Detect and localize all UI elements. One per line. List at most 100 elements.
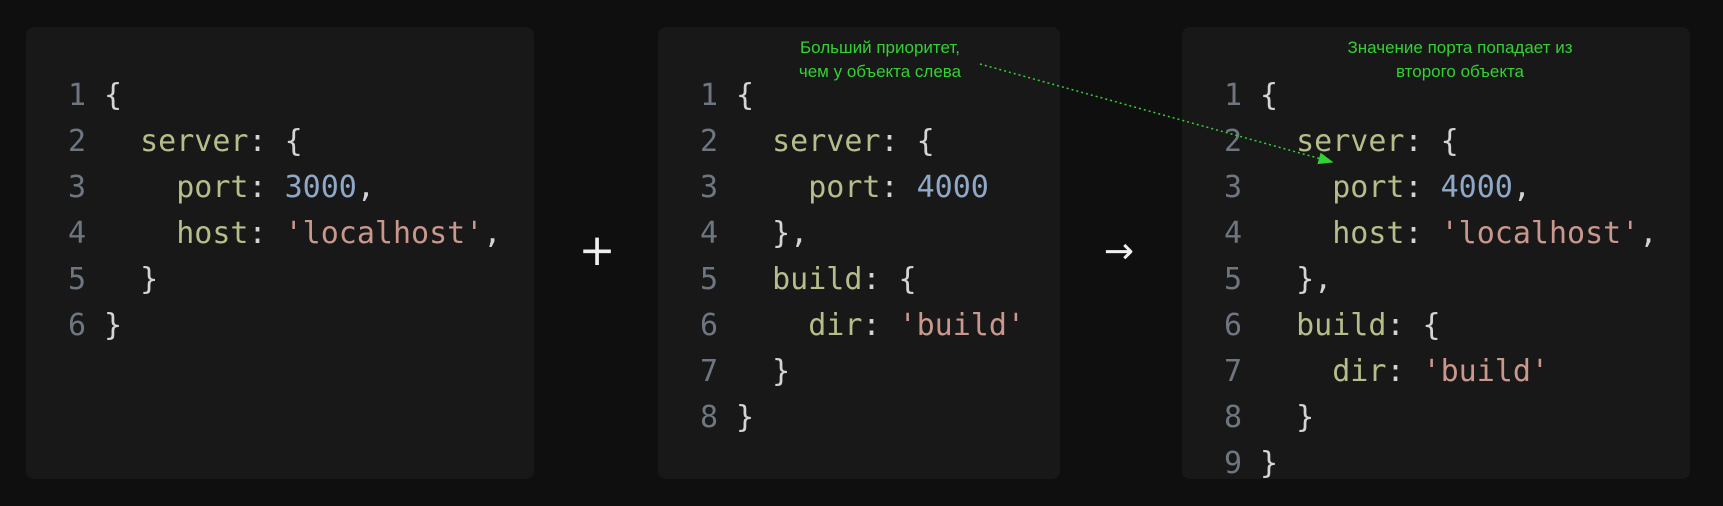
line-number: 5 (1224, 262, 1243, 297)
number-value: 4000 (1440, 170, 1513, 205)
line-number: 6 (68, 308, 87, 343)
annotation-priority: Больший приоритет, чем у объекта слева (760, 36, 1000, 84)
property-key: dir (1260, 354, 1387, 389)
code-line: 1{ (68, 73, 501, 119)
line-number: 4 (68, 216, 87, 251)
code-line: 3 port: 4000 (700, 165, 1025, 211)
punctuation: : (248, 170, 285, 205)
property-key: server (104, 124, 249, 159)
code-line: 7 dir: 'build' (1224, 349, 1657, 395)
annotation-line: Больший приоритет, (799, 38, 961, 57)
line-number: 2 (68, 124, 87, 159)
code-line: 2 server: { (700, 119, 1025, 165)
code-panel-first-object: 1{2 server: {3 port: 3000, 4 host: 'local… (26, 27, 534, 479)
line-number: 8 (700, 400, 719, 435)
line-number: 5 (700, 262, 719, 297)
annotation-line: чем у объекта слева (798, 62, 962, 81)
line-number: 1 (700, 78, 719, 113)
code-block: 1{2 server: {3 port: 4000 4 }, 5 build: {6… (700, 73, 1025, 441)
plus-operator: + (578, 225, 616, 276)
property-key: port (104, 170, 249, 205)
punctuation: } (1260, 446, 1279, 481)
line-number: 3 (68, 170, 87, 205)
property-key: dir (736, 308, 863, 343)
number-value: 3000 (284, 170, 357, 205)
string-value: 'localhost' (284, 216, 484, 251)
string-value: 'build' (898, 308, 1025, 343)
punctuation: } (104, 308, 123, 343)
code-line: 6} (68, 303, 501, 349)
code-line: 2 server: { (1224, 119, 1657, 165)
punctuation: { (1260, 78, 1279, 113)
punctuation: , (356, 170, 375, 205)
number-value: 4000 (916, 170, 989, 205)
code-line: 3 port: 4000, (1224, 165, 1657, 211)
punctuation: , (1512, 170, 1531, 205)
punctuation: } (1260, 400, 1315, 435)
punctuation: } (104, 262, 159, 297)
property-key: port (736, 170, 881, 205)
code-line: 4 }, (700, 211, 1025, 257)
punctuation: : { (1404, 124, 1459, 159)
line-number: 3 (1224, 170, 1243, 205)
property-key: build (736, 262, 863, 297)
code-line: 3 port: 3000, (68, 165, 501, 211)
punctuation: : { (248, 124, 303, 159)
line-number: 1 (1224, 78, 1243, 113)
code-line: 8} (700, 395, 1025, 441)
property-key: build (1260, 308, 1387, 343)
code-line: 6 dir: 'build' (700, 303, 1025, 349)
property-key: host (104, 216, 249, 251)
property-key: server (736, 124, 881, 159)
punctuation: : (1386, 354, 1423, 389)
line-number: 8 (1224, 400, 1243, 435)
punctuation: : { (880, 124, 935, 159)
punctuation: { (736, 78, 755, 113)
punctuation: , (1639, 216, 1658, 251)
code-panel-merged-result: 1{2 server: {3 port: 4000, 4 host: 'local… (1182, 27, 1690, 481)
line-number: 1 (68, 78, 87, 113)
code-line: 6 build: { (1224, 303, 1657, 349)
code-line: 5 build: { (700, 257, 1025, 303)
line-number: 4 (700, 216, 719, 251)
line-number: 2 (1224, 124, 1243, 159)
punctuation: } (736, 354, 791, 389)
line-number: 2 (700, 124, 719, 159)
punctuation: : { (862, 262, 917, 297)
property-key: server (1260, 124, 1405, 159)
line-number: 9 (1224, 446, 1243, 481)
punctuation: }, (736, 216, 809, 251)
code-line: 4 host: 'localhost', (1224, 211, 1657, 257)
annotation-line: Значение порта попадает из (1347, 38, 1573, 57)
line-number: 3 (700, 170, 719, 205)
punctuation: : (862, 308, 899, 343)
code-line: 8 } (1224, 395, 1657, 441)
code-line: 9} (1224, 441, 1657, 487)
arrow-right-icon: → (1103, 231, 1135, 272)
punctuation: , (483, 216, 502, 251)
line-number: 7 (700, 354, 719, 389)
string-value: 'build' (1422, 354, 1549, 389)
code-block: 1{2 server: {3 port: 4000, 4 host: 'local… (1224, 73, 1657, 487)
punctuation: : (1404, 170, 1441, 205)
code-panel-second-object: 1{2 server: {3 port: 4000 4 }, 5 build: {6… (658, 27, 1060, 479)
punctuation: : { (1386, 308, 1441, 343)
punctuation: } (736, 400, 755, 435)
annotation-line: второго объекта (1395, 62, 1524, 81)
code-block: 1{2 server: {3 port: 3000, 4 host: 'local… (68, 73, 501, 349)
code-line: 5 } (68, 257, 501, 303)
punctuation: { (104, 78, 123, 113)
code-line: 7 } (700, 349, 1025, 395)
code-line: 5 }, (1224, 257, 1657, 303)
property-key: host (1260, 216, 1405, 251)
punctuation: }, (1260, 262, 1333, 297)
punctuation: : (1404, 216, 1441, 251)
line-number: 6 (700, 308, 719, 343)
punctuation: : (880, 170, 917, 205)
line-number: 5 (68, 262, 87, 297)
line-number: 6 (1224, 308, 1243, 343)
string-value: 'localhost' (1440, 216, 1640, 251)
punctuation: : (248, 216, 285, 251)
line-number: 4 (1224, 216, 1243, 251)
annotation-port-source: Значение порта попадает из второго объект… (1300, 36, 1620, 84)
